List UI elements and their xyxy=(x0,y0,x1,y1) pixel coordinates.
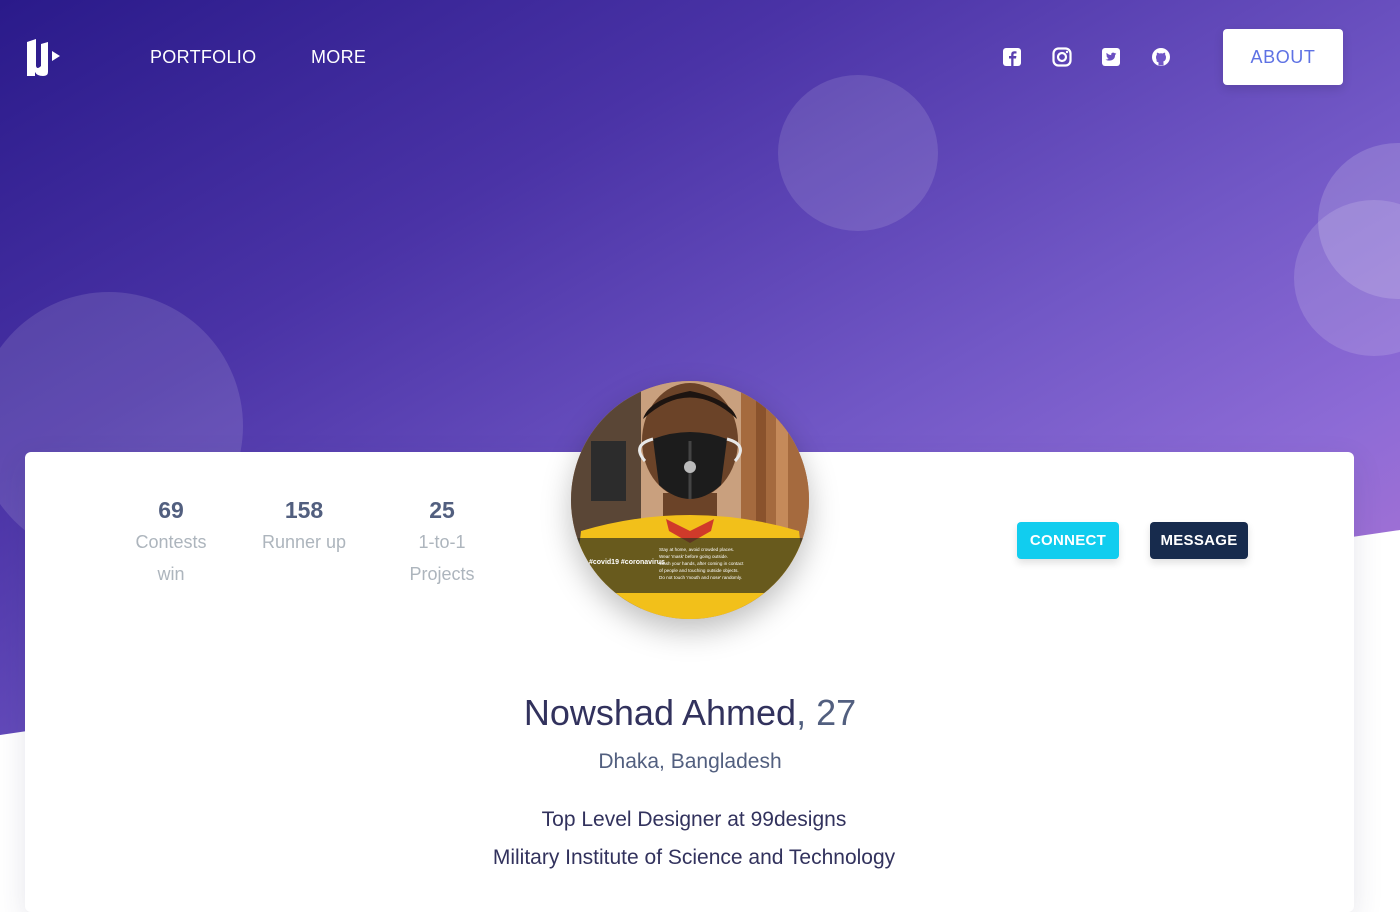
photo-tip: Wash your hands, after coming in contact xyxy=(659,561,744,566)
facebook-icon[interactable] xyxy=(1001,46,1023,68)
stat-runner-up: 158 Runner up xyxy=(249,494,359,558)
stat-value: 25 xyxy=(429,497,455,523)
stat-value: 69 xyxy=(158,497,184,523)
photo-tip: of people and touching outside objects. xyxy=(659,568,739,573)
instagram-icon[interactable] xyxy=(1051,46,1073,68)
top-navbar: PORTFOLIO MORE ABOUT xyxy=(0,0,1400,114)
profile-name: Nowshad Ahmed xyxy=(523,692,797,733)
stat-contests: 69 Contests win xyxy=(116,494,226,590)
about-button[interactable]: ABOUT xyxy=(1223,29,1343,85)
photo-tip: Do not touch 'mouth and nose' randomly. xyxy=(659,575,742,580)
profile-job-title: Top Level Designer at 99designs xyxy=(541,808,847,831)
twitter-icon[interactable] xyxy=(1100,46,1122,68)
profile-location: Dhaka, Bangladesh xyxy=(598,750,782,773)
stat-projects: 25 1-to-1 Projects xyxy=(387,494,497,590)
photo-tip: Stay at home, avoid crowded places. xyxy=(659,547,734,552)
message-button[interactable]: MESSAGE xyxy=(1150,522,1248,559)
nav-link-portfolio[interactable]: PORTFOLIO xyxy=(150,47,256,68)
profile-name-line: Nowshad Ahmed, 27 xyxy=(0,692,1380,734)
connect-button[interactable]: CONNECT xyxy=(1017,522,1119,559)
photo-caption: #covid19 #coronavirus xyxy=(589,559,665,566)
stat-label: Contests win xyxy=(135,532,207,584)
stat-label: Runner up xyxy=(261,532,347,552)
decorative-circle xyxy=(1294,200,1400,356)
photo-tip: Wear 'mask' before going outside. xyxy=(659,554,728,559)
github-icon[interactable] xyxy=(1150,46,1172,68)
nav-link-more[interactable]: MORE xyxy=(311,47,366,68)
stat-value: 158 xyxy=(284,497,324,523)
profile-age: , 27 xyxy=(796,692,857,733)
brand-logo-icon[interactable] xyxy=(24,36,62,78)
profile-avatar[interactable]: #covid19 #coronavirus Stay at home, avoi… xyxy=(571,381,809,619)
stat-label: 1-to-1 Projects xyxy=(409,532,475,584)
profile-school: Military Institute of Science and Techno… xyxy=(492,846,896,869)
